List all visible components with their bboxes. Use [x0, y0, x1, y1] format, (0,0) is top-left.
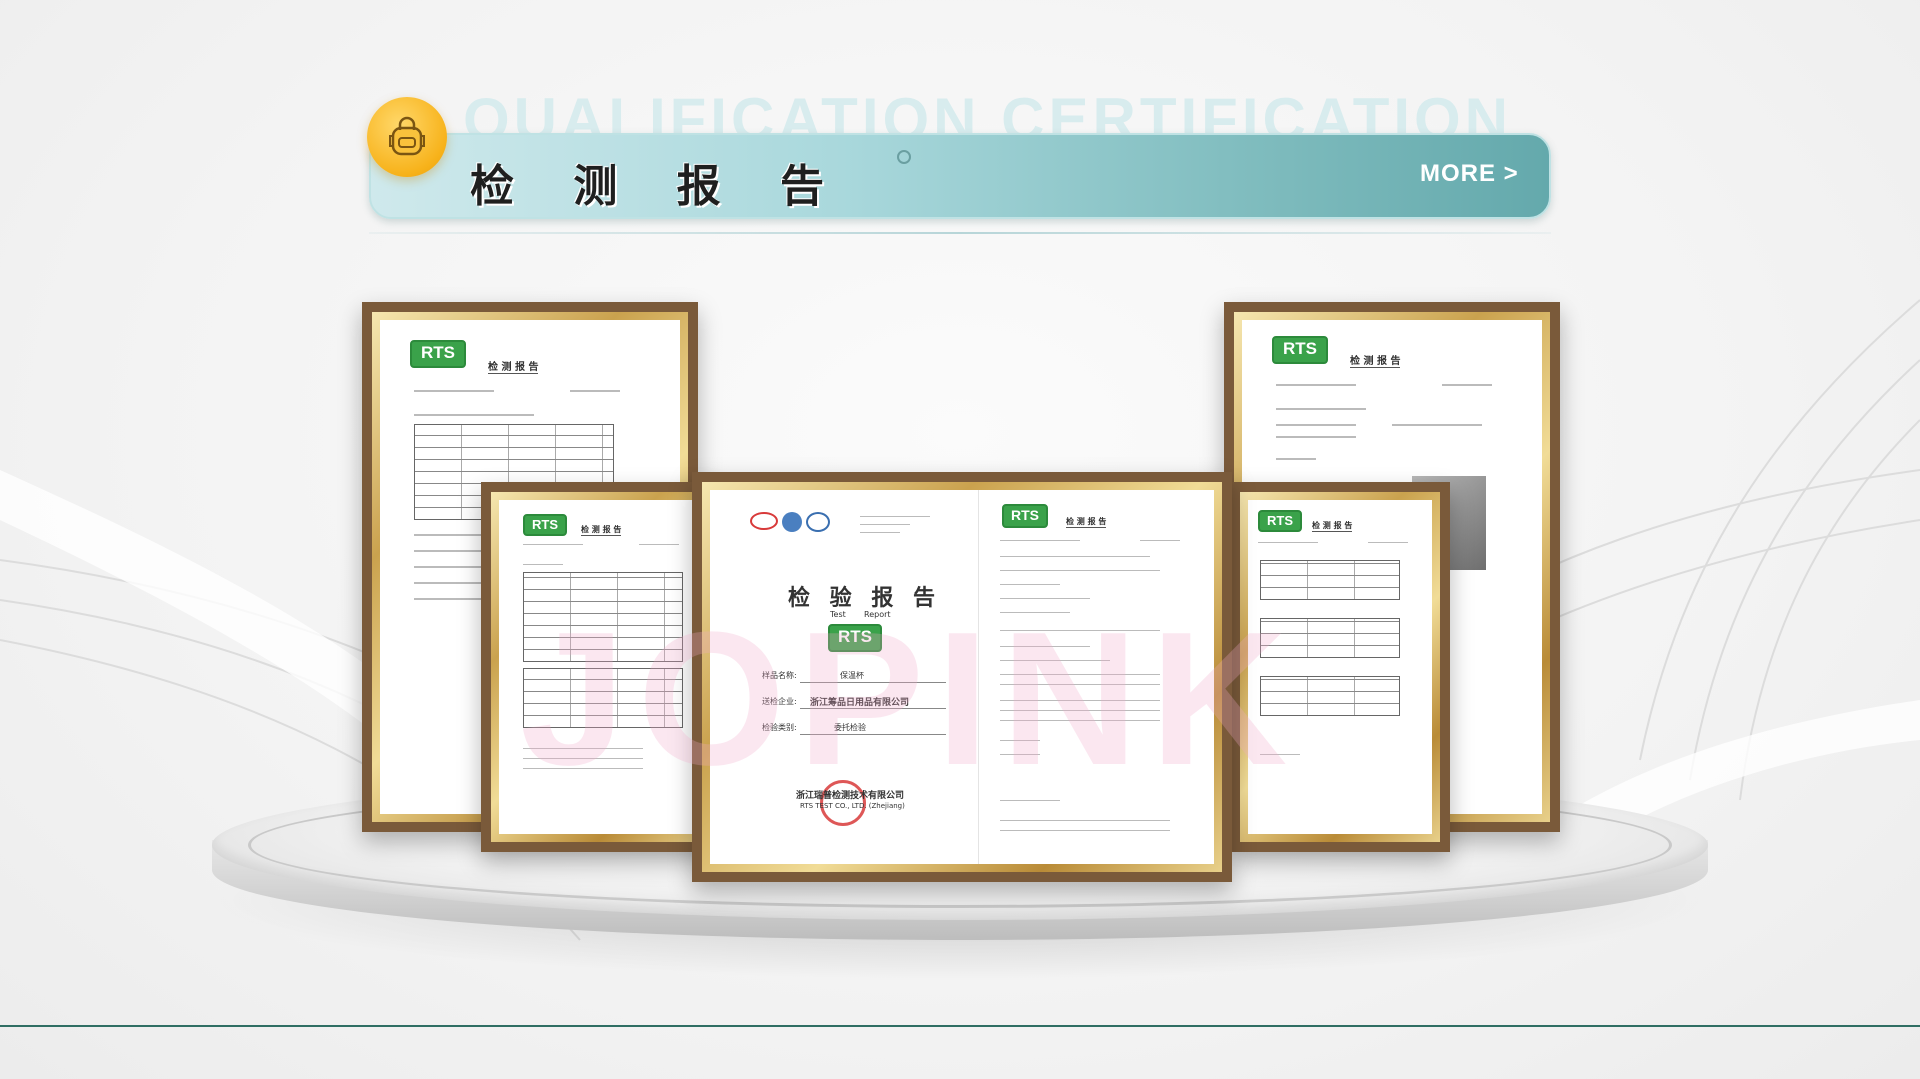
report-title: 检 测 报 告	[488, 358, 539, 374]
front-title-en-test: Test	[830, 610, 846, 619]
applicant-value: 浙江筹品日用品有限公司	[810, 698, 910, 708]
bag-icon	[389, 116, 425, 156]
rts-logo: RTS	[828, 624, 882, 652]
rts-logo: RTS	[1272, 336, 1328, 364]
results-table	[523, 668, 683, 728]
results-table	[523, 572, 683, 662]
front-title-en-report: Report	[864, 610, 891, 619]
header-divider	[369, 232, 1551, 234]
rts-logo: RTS	[410, 340, 466, 368]
front-title: 检 验 报 告	[788, 586, 941, 611]
report-title: 检 测 报 告	[581, 525, 622, 536]
lab-name: 浙江瑞普检测技术有限公司	[796, 791, 905, 801]
category-value: 委托检验	[834, 723, 866, 732]
report-title: 检 测 报 告	[1066, 517, 1107, 528]
applicant-label: 送检企业:	[762, 697, 797, 706]
lab-name-en: RTS TEST CO., LTD. (Zhejiang)	[800, 802, 905, 810]
results-table	[1260, 618, 1400, 658]
certificate-mid-left[interactable]: RTS 检 测 报 告	[481, 482, 721, 852]
rts-logo: RTS	[1002, 504, 1048, 528]
sample-value: 保温杯	[840, 671, 864, 680]
ilac-logo	[782, 512, 802, 532]
results-table	[1260, 676, 1400, 716]
certificate-front[interactable]: 检 验 报 告 Test Report RTS 样品名称: 保温杯 送检企业: …	[692, 472, 1232, 882]
results-table	[1260, 560, 1400, 600]
ring-dot-decoration	[897, 150, 911, 164]
rts-logo: RTS	[523, 514, 567, 536]
rts-logo: RTS	[1258, 510, 1302, 532]
page-title: 检 测 报 告	[470, 161, 846, 212]
bottom-divider	[0, 1025, 1920, 1027]
more-button[interactable]: MORE >	[1420, 160, 1519, 188]
sample-label: 样品名称:	[762, 671, 797, 680]
report-title: 检 测 报 告	[1350, 352, 1401, 368]
report-title: 检 测 报 告	[1312, 521, 1353, 532]
category-label: 检验类别:	[762, 723, 797, 732]
header-badge	[367, 97, 447, 177]
accreditation-logos	[750, 512, 840, 534]
certificate-mid-right[interactable]: RTS 检 测 报 告	[1230, 482, 1450, 852]
cnas-logo	[806, 512, 830, 532]
cma-logo	[750, 512, 778, 530]
